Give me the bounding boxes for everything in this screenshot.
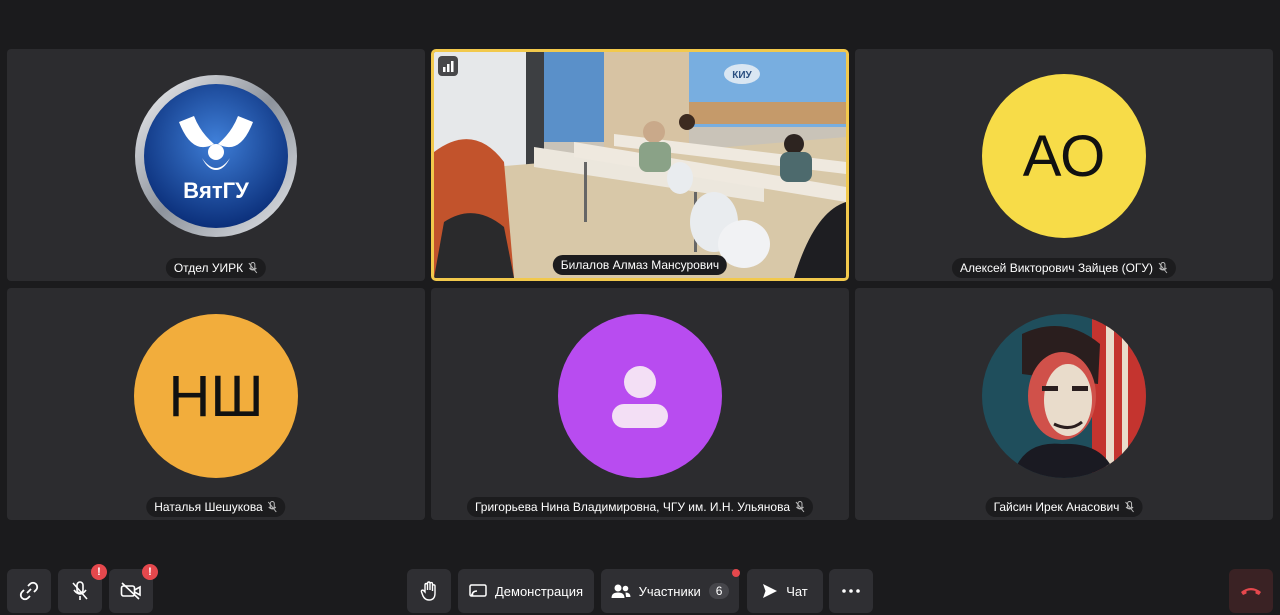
participant-name-tag: Григорьева Нина Владимировна, ЧГУ им. И.… xyxy=(466,497,814,517)
participant-name: Гайсин Ирек Анасович xyxy=(993,500,1120,514)
copy-link-button[interactable] xyxy=(7,569,51,613)
participant-tile-speaker-video[interactable]: КИУ Билалов Алмаз Мансурович xyxy=(431,49,849,281)
vyatgu-logo: ВятГУ xyxy=(134,74,298,238)
user-placeholder-icon xyxy=(612,366,668,428)
participants-notification-dot xyxy=(732,569,740,577)
hang-up-button[interactable] xyxy=(1229,569,1273,613)
participant-name: Наталья Шешукова xyxy=(154,500,263,514)
participant-tile-gaisin[interactable]: Гайсин Ирек Анасович xyxy=(855,288,1273,520)
hang-up-icon xyxy=(1241,588,1261,595)
video-feed: КИУ xyxy=(434,52,846,278)
camera-warning-badge: ! xyxy=(142,564,158,580)
chat-label: Чат xyxy=(786,583,808,599)
mic-muted-icon xyxy=(268,501,278,513)
chat-button[interactable]: Чат xyxy=(747,569,823,613)
mic-warning-badge: ! xyxy=(91,564,107,580)
room-sign: КИУ xyxy=(732,70,752,81)
mic-muted-icon xyxy=(1158,262,1168,274)
participant-tile-grigorieva[interactable]: Григорьева Нина Владимировна, ЧГУ им. И.… xyxy=(431,288,849,520)
screen-share-button[interactable]: Демонстрация xyxy=(458,569,594,613)
participants-count: 6 xyxy=(708,583,730,599)
logo-wordmark: ВятГУ xyxy=(183,178,249,203)
screen-share-label: Демонстрация xyxy=(494,583,584,599)
more-options-button[interactable] xyxy=(829,569,873,613)
participant-tile-sheshukova[interactable]: НШ Наталья Шешукова xyxy=(7,288,425,520)
camera-off-icon xyxy=(120,582,141,600)
participants-icon xyxy=(611,584,631,598)
mic-muted-icon xyxy=(248,262,258,274)
participant-name-tag: Алексей Викторович Зайцев (ОГУ) xyxy=(951,258,1177,278)
participant-name-tag: Гайсин Ирек Анасович xyxy=(985,497,1143,517)
participant-name: Билалов Алмаз Мансурович xyxy=(560,258,720,272)
participant-name: Григорьева Нина Владимировна, ЧГУ им. И.… xyxy=(474,500,791,514)
more-icon xyxy=(842,589,860,593)
participants-label: Участники xyxy=(638,583,701,599)
hand-icon xyxy=(420,581,436,601)
participant-name: Алексей Викторович Зайцев (ОГУ) xyxy=(959,261,1154,275)
avatar xyxy=(558,314,722,478)
participant-name-tag: Наталья Шешукова xyxy=(146,497,286,517)
avatar: НШ xyxy=(134,314,298,478)
avatar-photo xyxy=(982,314,1146,478)
raise-hand-button[interactable] xyxy=(407,569,451,613)
send-icon xyxy=(763,584,778,598)
mic-muted-icon xyxy=(795,501,805,513)
screen-share-icon xyxy=(469,584,487,597)
mic-muted-icon xyxy=(1125,501,1134,513)
mic-off-icon xyxy=(72,581,88,600)
participants-button[interactable]: Участники 6 xyxy=(601,569,739,613)
avatar-initials: АО xyxy=(1022,123,1106,189)
avatar: АО xyxy=(982,74,1146,238)
participant-name-tag: Билалов Алмаз Мансурович xyxy=(552,255,728,275)
participant-name-tag: Отдел УИРК xyxy=(165,258,267,278)
link-icon xyxy=(19,581,39,601)
participant-tile-uirk[interactable]: ВятГУ Отдел УИРК xyxy=(7,49,425,281)
participant-name: Отдел УИРК xyxy=(173,261,244,275)
avatar-initials: НШ xyxy=(168,363,264,429)
participant-tile-zaitsev[interactable]: АО Алексей Викторович Зайцев (ОГУ) xyxy=(855,49,1273,281)
